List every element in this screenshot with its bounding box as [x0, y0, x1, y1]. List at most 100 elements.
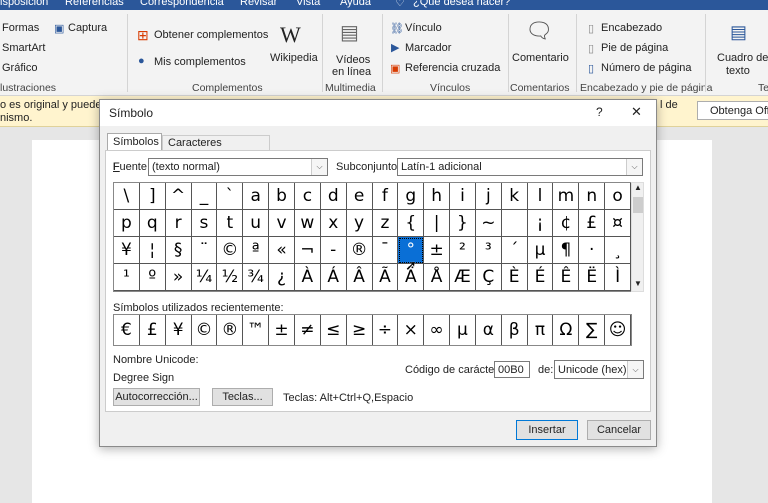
symbol-cell[interactable]: d: [320, 183, 347, 210]
symbol-cell[interactable]: v: [269, 210, 295, 237]
comment-button[interactable]: Comentario: [512, 52, 569, 64]
scroll-up-icon[interactable]: ▲: [634, 183, 642, 192]
symbol-cell[interactable]: ¶: [553, 237, 580, 264]
symbol-cell[interactable]: z: [372, 210, 399, 237]
symbol-cell[interactable]: w: [294, 210, 321, 237]
symbol-cell[interactable]: y: [346, 210, 373, 237]
symbol-cell[interactable]: Á: [320, 264, 347, 291]
recent-symbol-cell[interactable]: µ: [450, 315, 476, 345]
symbol-cell[interactable]: ª: [243, 237, 270, 264]
tab-symbols[interactable]: Símbolos: [107, 133, 162, 150]
symbol-cell[interactable]: -: [320, 237, 347, 264]
subset-select[interactable]: Latín-1 adicional ⌵: [397, 158, 643, 176]
symbol-cell[interactable]: º: [139, 264, 166, 291]
recent-symbol-cell[interactable]: ÷: [373, 315, 399, 345]
wikipedia-button[interactable]: Wikipedia: [270, 52, 318, 64]
symbol-cell[interactable]: ]: [139, 183, 166, 210]
symbol-cell[interactable]: ¹: [114, 264, 140, 291]
symbol-cell[interactable]: ²: [450, 237, 476, 264]
link-button[interactable]: Vínculo: [405, 22, 442, 34]
symbol-cell[interactable]: `: [217, 183, 244, 210]
tell-me-search[interactable]: ¿Qué desea hacer?: [413, 0, 510, 8]
recent-symbol-cell[interactable]: ∞: [424, 315, 451, 345]
symbol-cell[interactable]: r: [165, 210, 192, 237]
symbol-cell[interactable]: ¤: [605, 210, 631, 237]
symbol-cell[interactable]: _: [191, 183, 218, 210]
symbol-cell[interactable]: [501, 210, 528, 237]
recent-symbol-cell[interactable]: Ω: [553, 315, 580, 345]
recent-symbol-cell[interactable]: ≥: [347, 315, 373, 345]
recent-symbol-cell[interactable]: £: [140, 315, 166, 345]
symbol-cell[interactable]: ¼: [191, 264, 218, 291]
font-select[interactable]: (texto normal) ⌵: [148, 158, 328, 176]
recent-symbol-cell[interactable]: €: [114, 315, 140, 345]
recent-symbol-cell[interactable]: ≠: [295, 315, 321, 345]
symbol-cell[interactable]: ¿: [269, 264, 295, 291]
symbol-cell[interactable]: £: [579, 210, 606, 237]
close-button[interactable]: ✕: [631, 104, 642, 120]
recent-symbols[interactable]: € £ ¥ © ® ™ ± ≠ ≤ ≥ ÷ × ∞ µ α β π Ω ∑ ☺: [113, 314, 632, 346]
recent-symbol-cell[interactable]: ≤: [321, 315, 347, 345]
symbol-cell[interactable]: ·: [579, 237, 606, 264]
tab-vista[interactable]: Vista: [296, 0, 320, 8]
symbol-cell[interactable]: «: [269, 237, 295, 264]
symbol-cell[interactable]: ¸: [605, 237, 631, 264]
symbol-cell[interactable]: È: [501, 264, 528, 291]
symbol-cell[interactable]: k: [501, 183, 528, 210]
header-button[interactable]: Encabezado: [601, 22, 662, 34]
symbol-cell[interactable]: ¥: [114, 237, 140, 264]
tab-disposicion[interactable]: isposición: [0, 0, 48, 8]
symbol-grid-scrollbar[interactable]: ▲ ▼: [631, 182, 644, 292]
symbol-cell[interactable]: m: [553, 183, 580, 210]
symbol-cell[interactable]: x: [320, 210, 347, 237]
symbol-cell[interactable]: Â: [346, 264, 373, 291]
symbol-cell[interactable]: À: [294, 264, 321, 291]
cancel-button[interactable]: Cancelar: [587, 420, 651, 440]
symbol-cell[interactable]: ³: [475, 237, 502, 264]
symbol-cell[interactable]: a: [243, 183, 270, 210]
scrollbar-thumb[interactable]: [633, 197, 643, 213]
symbol-cell[interactable]: h: [424, 183, 451, 210]
help-button[interactable]: ?: [596, 105, 603, 119]
recent-symbol-cell[interactable]: β: [502, 315, 528, 345]
recent-symbol-cell[interactable]: ¥: [166, 315, 192, 345]
from-select[interactable]: Unicode (hex) ⌵: [554, 360, 644, 379]
footer-button[interactable]: Pie de página: [601, 42, 668, 54]
cross-reference-button[interactable]: Referencia cruzada: [405, 62, 500, 74]
symbol-cell[interactable]: e: [346, 183, 373, 210]
recent-symbol-cell[interactable]: ∑: [579, 315, 606, 345]
shortcut-key-button[interactable]: Teclas...: [212, 388, 273, 406]
symbol-cell[interactable]: Ã: [372, 264, 399, 291]
page-number-button[interactable]: Número de página: [601, 62, 692, 74]
symbol-cell[interactable]: ±: [424, 237, 451, 264]
insert-button[interactable]: Insertar: [516, 420, 578, 440]
recent-symbol-cell[interactable]: ☺: [605, 315, 631, 345]
bookmark-button[interactable]: Marcador: [405, 42, 451, 54]
symbol-cell[interactable]: c: [294, 183, 321, 210]
recent-symbol-cell[interactable]: ±: [269, 315, 295, 345]
symbol-cell[interactable]: ¢: [553, 210, 580, 237]
symbol-cell[interactable]: f: [372, 183, 399, 210]
symbol-cell[interactable]: ®: [346, 237, 373, 264]
symbol-cell[interactable]: t: [217, 210, 244, 237]
symbol-cell[interactable]: p: [114, 210, 140, 237]
get-addins-button[interactable]: Obtener complementos: [154, 29, 268, 41]
textbox-button[interactable]: Cuadro de: [717, 52, 768, 64]
symbol-cell[interactable]: µ: [527, 237, 554, 264]
symbol-cell[interactable]: Æ: [450, 264, 476, 291]
smartart-button[interactable]: SmartArt: [2, 42, 45, 54]
symbol-cell[interactable]: q: [139, 210, 166, 237]
symbol-cell[interactable]: Ê: [553, 264, 580, 291]
symbol-cell[interactable]: Ë: [579, 264, 606, 291]
symbol-cell[interactable]: s: [191, 210, 218, 237]
symbol-cell[interactable]: »: [165, 264, 192, 291]
symbol-cell[interactable]: u: [243, 210, 270, 237]
tab-ayuda[interactable]: Ayuda: [340, 0, 371, 8]
symbol-cell[interactable]: g: [398, 183, 425, 210]
recent-symbol-cell[interactable]: π: [528, 315, 554, 345]
tab-correspondencia[interactable]: Correspondencia: [140, 0, 224, 8]
symbol-cell[interactable]: ¬: [294, 237, 321, 264]
symbol-cell[interactable]: \: [114, 183, 140, 210]
get-office-button[interactable]: Obtenga Offi: [697, 101, 768, 120]
symbol-grid[interactable]: \] ^ _ ` a b c d e f g h i j k l m n o p q r s t u v w x y z{|} ~ ¡ ¢ £ ¤ ¥…: [113, 182, 632, 292]
